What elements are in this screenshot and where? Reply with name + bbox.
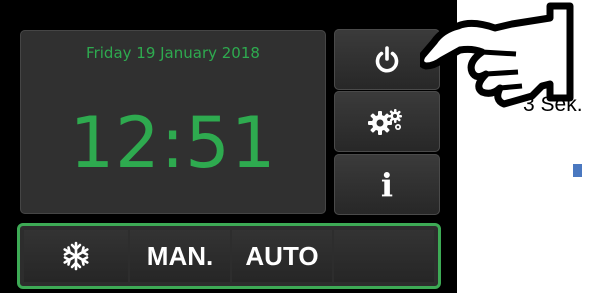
clock-display: Friday 19 January 2018 12:51 xyxy=(20,30,326,214)
snowflake-icon xyxy=(63,241,89,271)
gears-icon xyxy=(368,108,402,135)
thermostat-panel: Friday 19 January 2018 12:51 i MAN. AUTO xyxy=(0,0,457,293)
auto-mode-button[interactable]: AUTO xyxy=(232,230,332,282)
blue-marker xyxy=(573,164,582,177)
mode-bar: MAN. AUTO xyxy=(17,223,441,289)
time-text: 12:51 xyxy=(69,102,277,184)
hold-duration-label: 3 Sek. xyxy=(523,93,583,116)
info-button[interactable]: i xyxy=(334,154,440,215)
date-text: Friday 19 January 2018 xyxy=(86,44,260,62)
info-icon: i xyxy=(380,165,394,204)
power-icon xyxy=(375,45,399,72)
empty-mode-slot xyxy=(334,230,434,282)
manual-mode-button[interactable]: MAN. xyxy=(130,230,230,282)
frost-mode-button[interactable] xyxy=(24,230,128,282)
